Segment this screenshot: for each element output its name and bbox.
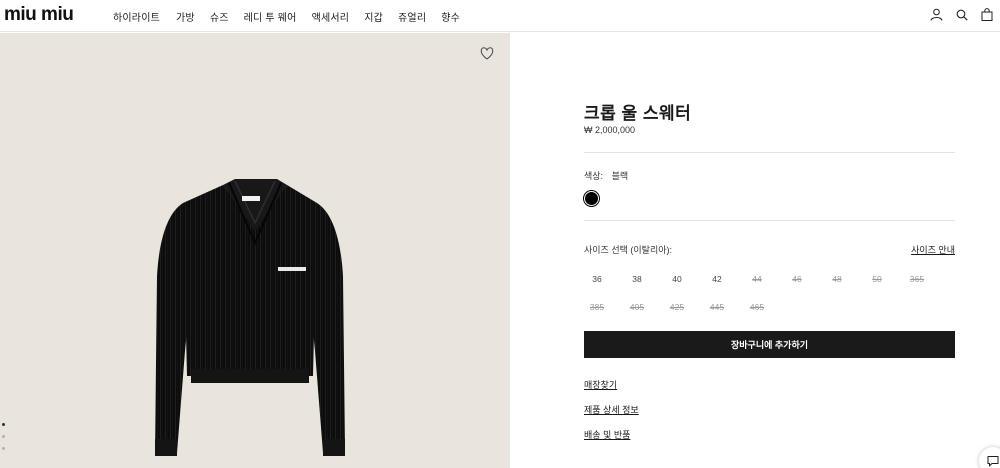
nav-item-bags[interactable]: 가방	[176, 9, 195, 24]
size-option-unavailable[interactable]: 48	[822, 274, 852, 284]
divider	[584, 220, 955, 221]
nav-item-shoes[interactable]: 슈즈	[210, 9, 229, 24]
size-option-unavailable[interactable]: 50	[862, 274, 892, 284]
size-option[interactable]: 40	[662, 274, 692, 284]
product-image	[145, 151, 365, 468]
size-option-unavailable[interactable]: 405	[622, 302, 652, 312]
product-title: 크롭 울 스웨터	[584, 104, 692, 123]
header-icons	[929, 7, 994, 22]
nav-item-wallets[interactable]: 지갑	[364, 9, 383, 24]
color-label: 색상: 블랙	[584, 169, 628, 182]
size-option-unavailable[interactable]: 385	[582, 302, 612, 312]
product-gallery[interactable]	[0, 33, 510, 468]
size-guide-link[interactable]: 사이즈 안내	[911, 243, 955, 256]
store-locator-link[interactable]: 매장찾기	[584, 378, 617, 391]
shipping-returns-link[interactable]: 배송 및 반품	[584, 428, 630, 441]
color-swatch-black[interactable]	[584, 191, 599, 206]
size-option-unavailable[interactable]: 445	[702, 302, 732, 312]
nav-item-accessories[interactable]: 액세서리	[312, 9, 350, 24]
header: miu miu 하이라이트 가방 슈즈 레디 투 웨어 액세서리 지갑 쥬얼리 …	[0, 0, 1000, 32]
size-option-unavailable[interactable]: 425	[662, 302, 692, 312]
gallery-dot[interactable]	[2, 423, 5, 426]
add-to-cart-button[interactable]: 장바구니에 추가하기	[584, 331, 955, 358]
divider	[584, 152, 955, 153]
nav-item-jewelry[interactable]: 쥬얼리	[398, 9, 426, 24]
size-label: 사이즈 선택 (이탈리아):	[584, 245, 673, 255]
search-icon[interactable]	[954, 7, 969, 22]
chat-icon[interactable]	[979, 447, 1000, 468]
nav-item-highlight[interactable]: 하이라이트	[113, 9, 160, 24]
svg-text:miu miu: miu miu	[4, 5, 73, 23]
size-option-unavailable[interactable]: 44	[742, 274, 772, 284]
color-label-text: 색상:	[584, 171, 604, 181]
size-option-unavailable[interactable]: 465	[742, 302, 772, 312]
bag-icon[interactable]	[979, 7, 994, 22]
nav-item-fragrance[interactable]: 향수	[441, 9, 460, 24]
gallery-dot[interactable]	[2, 447, 5, 450]
heart-icon[interactable]	[480, 47, 494, 61]
product-price: ₩ 2,000,000	[584, 125, 636, 135]
nav-item-ready-to-wear[interactable]: 레디 투 웨어	[244, 9, 297, 24]
color-value: 블랙	[611, 171, 629, 181]
user-icon[interactable]	[929, 7, 944, 22]
product-details-link[interactable]: 제품 상세 정보	[584, 403, 639, 416]
size-option[interactable]: 36	[582, 274, 612, 284]
size-option-unavailable[interactable]: 365	[902, 274, 932, 284]
gallery-dot[interactable]	[2, 435, 5, 438]
size-option[interactable]: 42	[702, 274, 732, 284]
size-option-unavailable[interactable]: 46	[782, 274, 812, 284]
gallery-pagination	[2, 423, 5, 450]
size-option[interactable]: 38	[622, 274, 652, 284]
miu-miu-logo[interactable]: miu miu	[4, 4, 96, 25]
main-nav: 하이라이트 가방 슈즈 레디 투 웨어 액세서리 지갑 쥬얼리 향수	[113, 9, 475, 24]
